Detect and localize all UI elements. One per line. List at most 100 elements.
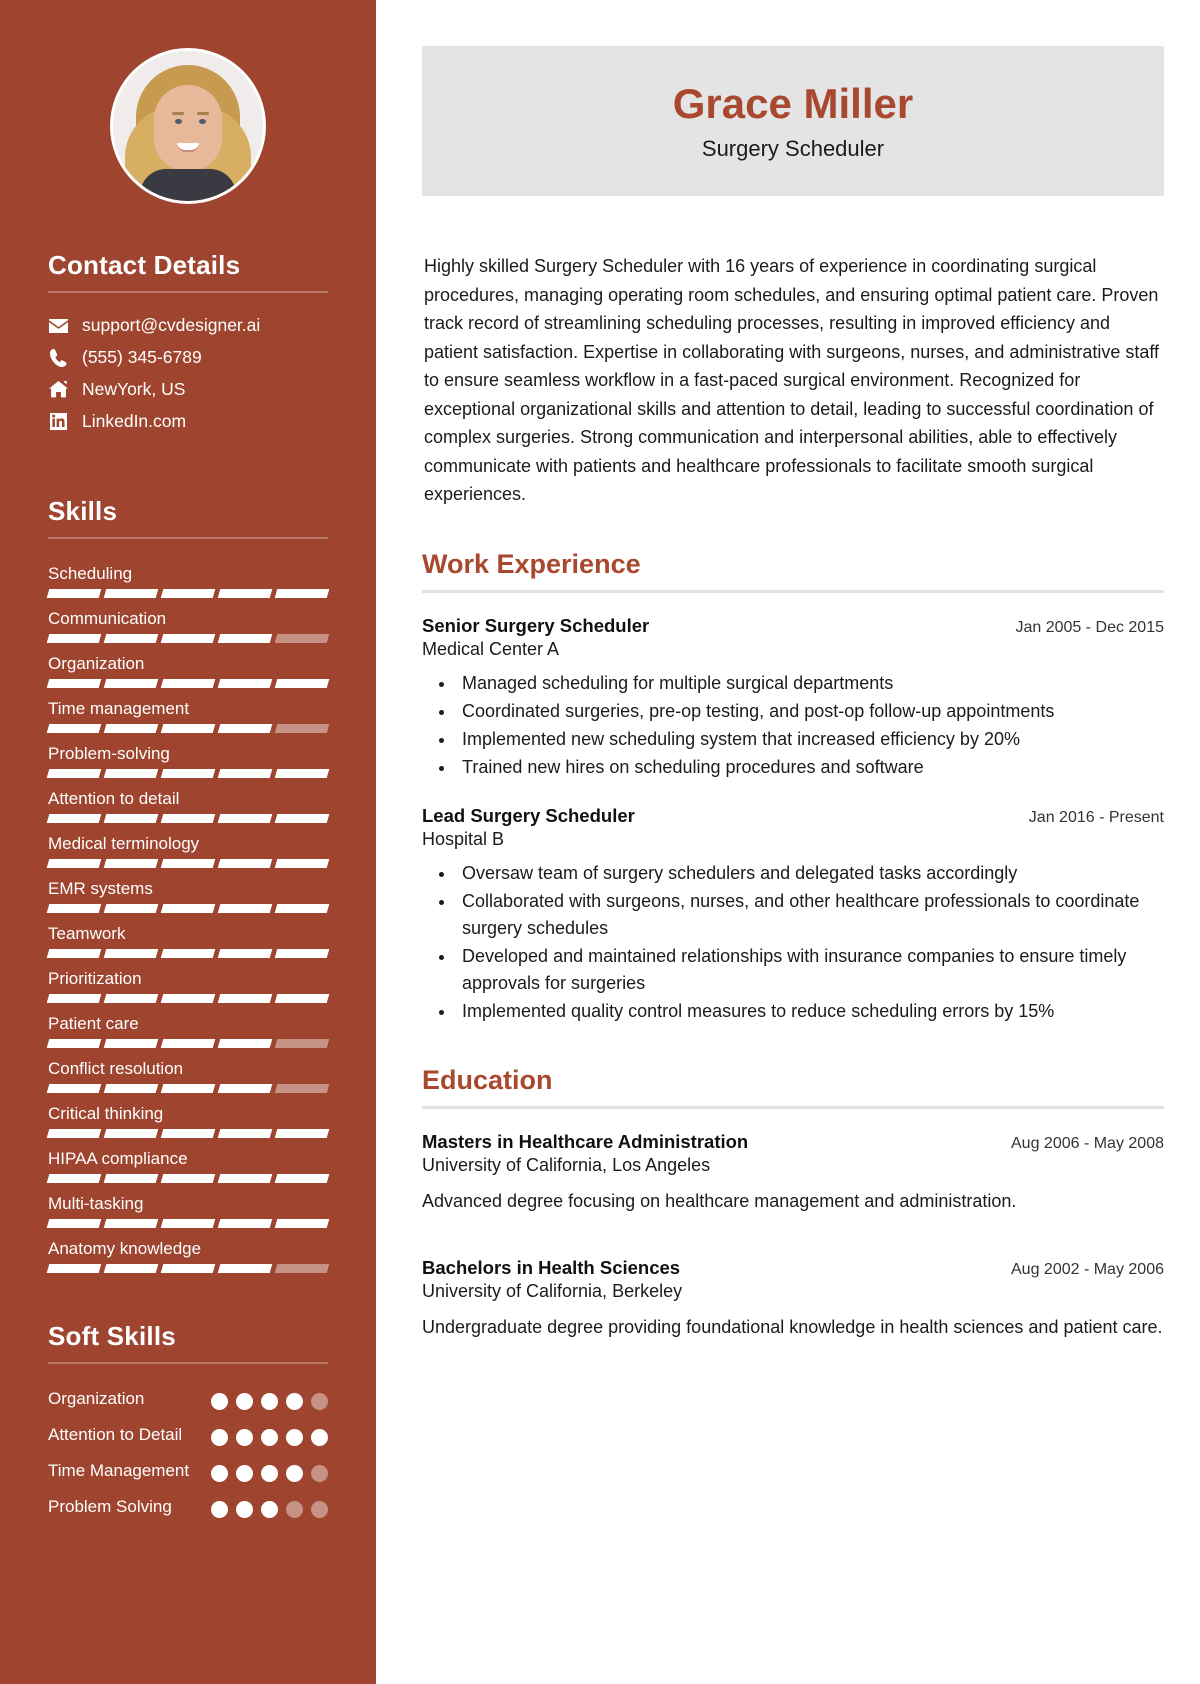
work-entry-bullets: Managed scheduling for multiple surgical… bbox=[456, 670, 1164, 781]
skill-bar-segment bbox=[46, 1264, 102, 1273]
education-entry-description: Advanced degree focusing on healthcare m… bbox=[422, 1190, 1017, 1211]
skill-bar-segment bbox=[274, 1264, 330, 1273]
skill-label: Conflict resolution bbox=[48, 1059, 184, 1078]
contact-item-email[interactable]: support@cvdesigner.ai bbox=[48, 315, 328, 336]
list-item: Coordinated surgeries, pre-op testing, a… bbox=[456, 698, 1164, 725]
skill-label: Medical terminology bbox=[48, 834, 200, 853]
skill-bar bbox=[46, 1084, 330, 1093]
skill-bar-segment bbox=[217, 1174, 273, 1183]
skill-label: Teamwork bbox=[48, 924, 126, 943]
skill-bar-segment bbox=[274, 814, 330, 823]
skill-bar-segment bbox=[217, 1084, 273, 1093]
education-entry-header: Masters in Healthcare Administration Aug … bbox=[422, 1131, 1164, 1153]
skill-bar-segment bbox=[46, 949, 102, 958]
skill-bar-segment bbox=[103, 1264, 159, 1273]
work-entry-date: Jan 2005 - Dec 2015 bbox=[1015, 618, 1164, 636]
skill-bar-segment bbox=[103, 679, 159, 688]
rating-dot bbox=[261, 1429, 278, 1446]
skill-row: Scheduling bbox=[46, 561, 330, 598]
list-item: Developed and maintained relationships w… bbox=[456, 943, 1164, 997]
skill-bar-segment bbox=[274, 1219, 330, 1228]
work-experience-section: Work Experience Senior Surgery Scheduler… bbox=[422, 549, 1164, 1025]
skill-bar-segment bbox=[46, 904, 102, 913]
skill-bar-segment bbox=[274, 1039, 330, 1048]
contact-divider bbox=[48, 291, 328, 293]
skills-list: Scheduling Communication Organization Time … bbox=[46, 561, 330, 1273]
skill-row: Time management bbox=[46, 696, 330, 733]
rating-dot bbox=[236, 1465, 253, 1482]
skill-row: Problem-solving bbox=[46, 741, 330, 778]
skill-label: EMR systems bbox=[48, 879, 153, 898]
skill-bar bbox=[46, 904, 330, 913]
soft-skills-list: Organization Attention to Detail Time Mana… bbox=[48, 1386, 328, 1519]
rating-dot bbox=[236, 1429, 253, 1446]
skill-row: HIPAA compliance bbox=[46, 1146, 330, 1183]
soft-skill-label: Attention to Detail bbox=[48, 1425, 183, 1444]
rating-dot bbox=[286, 1465, 303, 1482]
work-entry-header: Lead Surgery Scheduler Jan 2016 - Present bbox=[422, 805, 1164, 827]
skill-bar bbox=[46, 679, 330, 688]
skill-bar-segment bbox=[217, 949, 273, 958]
skill-bar-segment bbox=[46, 1129, 102, 1138]
sidebar: Contact Details support@cvdesigner.ai (5… bbox=[0, 0, 376, 1684]
work-entry-header: Senior Surgery Scheduler Jan 2005 - Dec 2… bbox=[422, 615, 1164, 637]
soft-skill-label: Time Management bbox=[48, 1461, 190, 1480]
rating-dot bbox=[311, 1429, 328, 1446]
list-item: Implemented new scheduling system that i… bbox=[456, 726, 1164, 753]
education-entry-header: Bachelors in Health Sciences Aug 2002 - M… bbox=[422, 1257, 1164, 1279]
list-item: Implemented quality control measures to … bbox=[456, 998, 1164, 1025]
skills-divider bbox=[48, 537, 328, 539]
contact-list: support@cvdesigner.ai (555) 345-6789 New… bbox=[48, 315, 328, 432]
skill-bar-segment bbox=[46, 724, 102, 733]
rating-dot bbox=[311, 1501, 328, 1518]
soft-skill-rating bbox=[211, 1458, 328, 1482]
skill-label: Patient care bbox=[48, 1014, 139, 1033]
rating-dot bbox=[236, 1393, 253, 1410]
skill-label: Critical thinking bbox=[48, 1104, 164, 1123]
soft-skill-label: Organization bbox=[48, 1389, 145, 1408]
work-entry-organization: Hospital B bbox=[422, 828, 505, 849]
skill-row: Medical terminology bbox=[46, 831, 330, 868]
soft-skill-row: Attention to Detail bbox=[48, 1422, 328, 1447]
skill-label: HIPAA compliance bbox=[48, 1149, 188, 1168]
avatar bbox=[110, 48, 266, 204]
skill-bar-segment bbox=[160, 1129, 216, 1138]
skill-bar bbox=[46, 634, 330, 643]
skill-bar-segment bbox=[160, 769, 216, 778]
contact-item-location[interactable]: NewYork, US bbox=[48, 379, 328, 400]
skill-bar-segment bbox=[217, 859, 273, 868]
list-item: Collaborated with surgeons, nurses, and … bbox=[456, 888, 1164, 942]
education-entry-date: Aug 2002 - May 2006 bbox=[1011, 1260, 1164, 1278]
skill-bar-segment bbox=[217, 994, 273, 1003]
skill-bar bbox=[46, 1129, 330, 1138]
work-divider bbox=[422, 589, 1164, 593]
skill-bar-segment bbox=[103, 859, 159, 868]
skill-bar-segment bbox=[160, 994, 216, 1003]
skill-bar bbox=[46, 814, 330, 823]
skill-bar bbox=[46, 769, 330, 778]
contact-item-phone[interactable]: (555) 345-6789 bbox=[48, 347, 328, 368]
skill-bar-segment bbox=[217, 1219, 273, 1228]
work-experience-heading: Work Experience bbox=[422, 548, 641, 579]
soft-skill-rating bbox=[211, 1494, 328, 1518]
education-entry-title: Masters in Healthcare Administration bbox=[422, 1130, 749, 1152]
work-entries: Senior Surgery Scheduler Jan 2005 - Dec 2… bbox=[422, 615, 1164, 1025]
skill-bar-segment bbox=[46, 769, 102, 778]
skill-label: Prioritization bbox=[48, 969, 142, 988]
skill-bar-segment bbox=[274, 1129, 330, 1138]
rating-dot bbox=[261, 1465, 278, 1482]
skill-bar-segment bbox=[103, 904, 159, 913]
contact-value-email: support@cvdesigner.ai bbox=[82, 315, 261, 335]
skill-label: Scheduling bbox=[48, 564, 133, 583]
skill-bar-segment bbox=[46, 1174, 102, 1183]
skill-bar-segment bbox=[274, 904, 330, 913]
skill-bar-segment bbox=[160, 634, 216, 643]
skill-bar-segment bbox=[46, 994, 102, 1003]
soft-skill-row: Time Management bbox=[48, 1458, 328, 1483]
rating-dot bbox=[261, 1393, 278, 1410]
skill-bar-segment bbox=[160, 1264, 216, 1273]
skill-bar-segment bbox=[274, 949, 330, 958]
contact-item-linkedin[interactable]: LinkedIn.com bbox=[48, 411, 328, 432]
skill-row: EMR systems bbox=[46, 876, 330, 913]
skill-bar bbox=[46, 1039, 330, 1048]
